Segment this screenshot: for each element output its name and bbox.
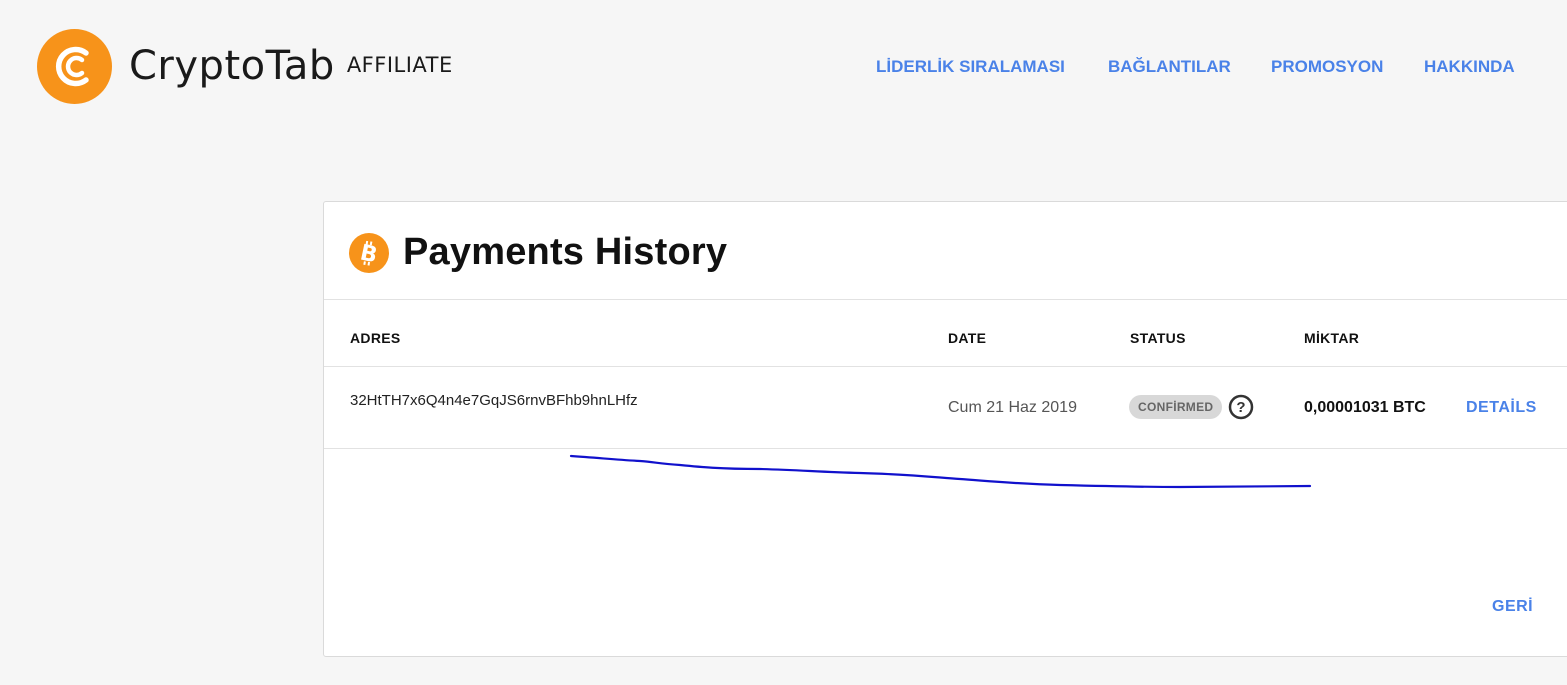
bitcoin-icon: B <box>349 233 389 273</box>
nav-links[interactable]: BAĞLANTILAR <box>1108 57 1231 77</box>
nav-leaderboard[interactable]: LİDERLİK SIRALAMASI <box>876 57 1065 77</box>
page-title: Payments History <box>403 231 728 273</box>
payments-history-card: B Payments History ADRES DATE STATUS MİK… <box>323 201 1567 657</box>
top-nav: LİDERLİK SIRALAMASI BAĞLANTILAR PROMOSYO… <box>0 57 1567 77</box>
question-icon[interactable]: ? <box>1228 394 1254 420</box>
nav-about[interactable]: HAKKINDA <box>1424 57 1515 77</box>
column-header-status: STATUS <box>1130 330 1186 346</box>
payment-address: 32HtTH7x6Q4n4e7GqJS6rnvBFhb9hnLHfz <box>350 392 638 409</box>
payment-amount: 0,00001031 BTC <box>1304 399 1426 416</box>
table-row: 32HtTH7x6Q4n4e7GqJS6rnvBFhb9hnLHfz Cum 2… <box>324 367 1567 449</box>
column-header-amount: MİKTAR <box>1304 330 1360 346</box>
back-link[interactable]: GERİ <box>1492 598 1533 616</box>
column-header-address: ADRES <box>350 330 401 346</box>
nav-promotion[interactable]: PROMOSYON <box>1271 57 1383 77</box>
payment-date: Cum 21 Haz 2019 <box>948 399 1077 416</box>
status-badge: CONFİRMED <box>1129 395 1223 419</box>
svg-text:?: ? <box>1236 399 1245 416</box>
details-link[interactable]: DETAİLS <box>1466 399 1537 417</box>
card-header: B Payments History <box>324 202 1567 300</box>
table-header: ADRES DATE STATUS MİKTAR <box>324 300 1567 367</box>
column-header-date: DATE <box>948 330 987 346</box>
